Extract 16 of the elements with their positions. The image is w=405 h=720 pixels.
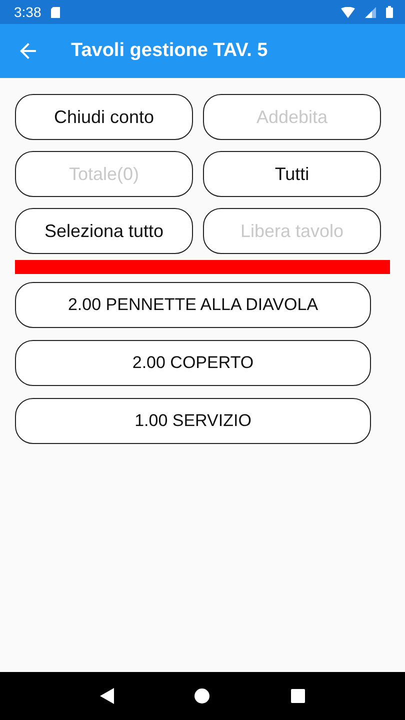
back-arrow-icon [20, 43, 36, 59]
action-button[interactable]: Tutti [203, 151, 381, 197]
order-item-button[interactable]: 2.00 COPERTO [15, 340, 371, 386]
screen-title: Tavoli gestione TAV. 5 [71, 40, 268, 62]
wifi-icon [341, 6, 355, 18]
back-nav-button[interactable] [100, 688, 114, 704]
home-nav-button[interactable] [194, 688, 210, 704]
action-button[interactable]: Seleziona tutto [15, 208, 193, 254]
recents-nav-button[interactable] [290, 689, 305, 703]
battery-icon [386, 6, 393, 18]
sd-card-icon [51, 6, 60, 18]
order-item-button[interactable]: 1.00 SERVIZIO [15, 398, 371, 444]
action-button[interactable]: Chiudi conto [15, 94, 193, 140]
status-time: 3:38 [14, 4, 42, 20]
signal-icon [365, 6, 376, 18]
order-item-button[interactable]: 2.00 PENNETTE ALLA DIAVOLA [15, 282, 371, 328]
